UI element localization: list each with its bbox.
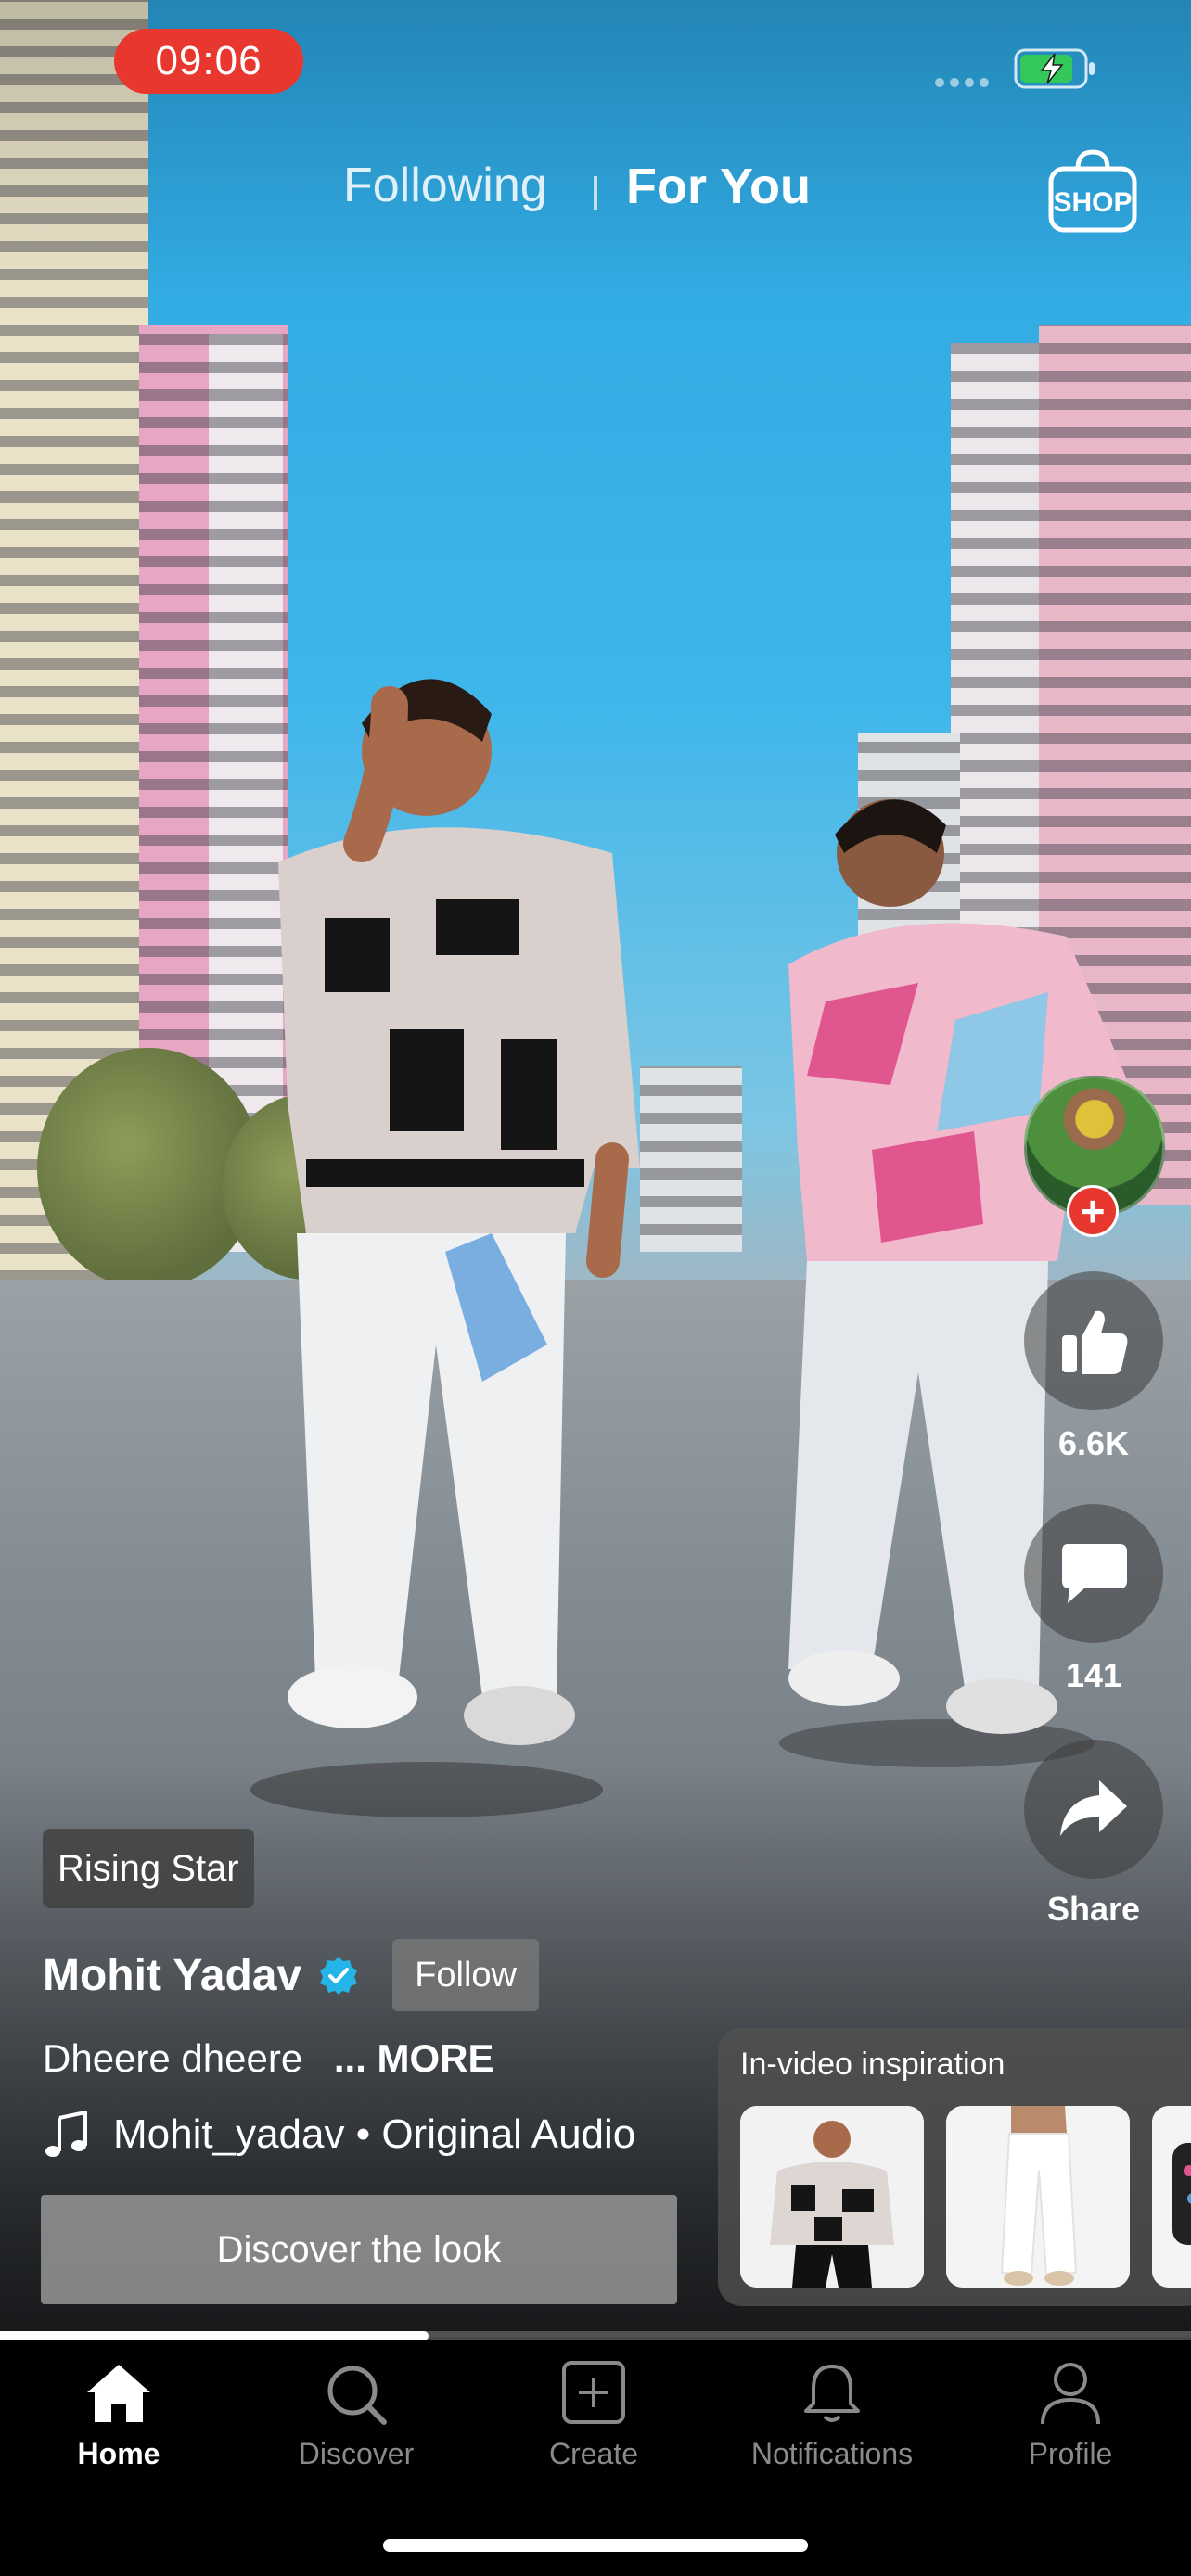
tab-divider [594,176,597,210]
bell-icon [804,2365,860,2422]
tab-create-label: Create [548,2437,639,2470]
tab-notifications-label: Notifications [750,2437,914,2470]
caption[interactable]: Dheere dheere ... MORE [43,2036,494,2081]
video-progress-bar[interactable] [0,2331,1191,2340]
tab-profile[interactable]: Profile [968,2361,1172,2471]
video-progress-fill [0,2331,429,2340]
like-count: 6.6K [1057,1424,1130,1462]
rising-star-badge: Rising Star [43,1829,254,1908]
feed-tabs: Following For You [0,158,1191,232]
thumbs-up-icon [1062,1310,1128,1374]
in-video-inspiration-panel[interactable]: In-video inspiration [718,2028,1191,2306]
home-indicator[interactable] [383,2539,808,2552]
verified-badge-icon [320,1957,358,1995]
comment-icon [1062,1544,1127,1603]
comment-button[interactable] [1024,1504,1163,1643]
comment-count: 141 [1065,1656,1122,1694]
more-link[interactable]: ... MORE [334,2036,494,2080]
shop-bag-icon: SHOP [1048,149,1137,233]
author-row: Mohit Yadav Follow [43,1938,539,2012]
shop-label: SHOP [1053,187,1132,218]
tab-home-label: Home [77,2437,160,2470]
tab-create[interactable]: Create [492,2361,696,2471]
product-image [740,2106,924,2288]
share-label: Share [1046,1890,1141,1928]
tab-notifications[interactable]: Notifications [730,2361,934,2471]
audio-row[interactable]: Mohit_yadav • Original Audio [43,2111,635,2159]
signal-icon [935,78,989,87]
product-thumbnail[interactable] [946,2106,1130,2288]
tab-following[interactable]: Following [343,158,547,213]
caption-text: Dheere dheere [43,2036,303,2080]
profile-icon [1041,2363,1100,2425]
home-icon [87,2365,150,2422]
tab-profile-label: Profile [1028,2437,1113,2470]
audio-label: Mohit_yadav • Original Audio [113,2111,636,2157]
follow-button[interactable]: Follow [392,1939,539,2011]
battery-charging-icon [1014,48,1095,89]
music-note-icon [45,2111,87,2157]
inspiration-title: In-video inspiration [740,2047,1005,2082]
dancer [250,679,640,1817]
like-button[interactable] [1024,1271,1163,1410]
tab-discover-label: Discover [298,2437,415,2470]
product-thumbnail[interactable] [1152,2106,1191,2288]
status-time: 09:06 [114,29,303,94]
author-name[interactable]: Mohit Yadav [43,1950,301,2001]
product-image [1152,2106,1191,2288]
search-icon [327,2366,387,2425]
create-icon [562,2361,625,2424]
share-arrow-icon [1060,1780,1127,1836]
screen: 09:06 Following For You SHOP + 6.6K 141 [0,0,1191,2576]
tab-for-you[interactable]: For You [626,158,811,215]
product-image [946,2106,1130,2288]
follow-plus-button[interactable]: + [1067,1185,1119,1237]
discover-the-look-button[interactable]: Discover the look [41,2195,677,2304]
share-button[interactable] [1024,1740,1163,1879]
shop-button[interactable]: SHOP [1046,148,1139,236]
tab-discover[interactable]: Discover [254,2361,458,2471]
product-thumbnail[interactable] [740,2106,924,2288]
tab-home[interactable]: Home [17,2361,221,2471]
